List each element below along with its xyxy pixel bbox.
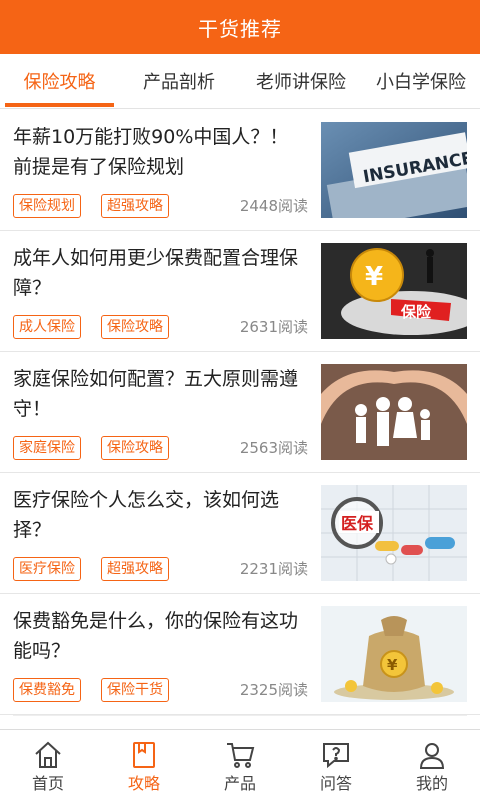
tab-beginner-learning[interactable]: 小白学保险 (364, 54, 478, 108)
read-count: 2631阅读 (239, 318, 308, 336)
article-title: 成年人如何用更少保费配置合理保障？ (13, 247, 299, 299)
article-tag[interactable]: 成人保险 (13, 315, 81, 339)
next-article-peek (13, 715, 467, 725)
coin-symbol: ¥ (365, 262, 383, 292)
article-thumbnail: 医保 (321, 485, 467, 581)
nav-label: 产品 (223, 774, 256, 793)
article-item[interactable]: 年薪10万能打败90%中国人？！前提是有了保险规划 保险规划 超强攻略 2448… (0, 110, 480, 231)
tab-product-analysis[interactable]: 产品剖析 (123, 54, 235, 108)
article-item[interactable]: 保费豁免是什么，你的保险有这功能吗？ 保费豁免 保险干货 2325阅读 ¥ (0, 594, 480, 715)
nav-guide[interactable]: 攻略 (96, 730, 192, 800)
read-count: 2563阅读 (239, 439, 308, 457)
top-bar: 干货推荐 (0, 0, 480, 54)
home-icon (33, 740, 63, 770)
article-thumbnail: ¥ (321, 606, 467, 702)
article-tag[interactable]: 保险攻略 (101, 436, 169, 460)
article-tag[interactable]: 保险规划 (13, 194, 81, 218)
article-thumbnail (321, 364, 467, 460)
article-title: 医疗保险个人怎么交，该如何选择？ (13, 489, 280, 541)
book-icon (129, 740, 159, 770)
tab-insurance-guide[interactable]: 保险攻略 (5, 54, 114, 108)
user-icon (417, 740, 447, 770)
nav-label: 问答 (319, 774, 352, 793)
article-tag[interactable]: 保险攻略 (101, 315, 169, 339)
article-tag[interactable]: 保险干货 (101, 678, 169, 702)
nav-home[interactable]: 首页 (0, 730, 96, 800)
read-count: 2325阅读 (239, 681, 308, 699)
nav-label: 首页 (31, 774, 64, 793)
bottom-navigation: 首页 攻略 产品 问答 我的 (0, 729, 480, 800)
article-tag[interactable]: 超强攻略 (101, 194, 169, 218)
nav-label: 我的 (415, 774, 448, 793)
article-thumbnail: INSURANCE (321, 122, 467, 218)
article-title: 家庭保险如何配置？五大原则需遵守！ (13, 368, 299, 420)
category-tabs: 保险攻略 产品剖析 老师讲保险 小白学保险 (0, 54, 480, 109)
article-thumbnail: ¥ 保险 (321, 243, 467, 339)
page-title: 干货推荐 (198, 16, 282, 41)
read-count: 2448阅读 (239, 197, 308, 215)
article-tag[interactable]: 保费豁免 (13, 678, 81, 702)
nav-me[interactable]: 我的 (384, 730, 480, 800)
article-tag[interactable]: 医疗保险 (13, 557, 81, 581)
article-item[interactable]: 医疗保险个人怎么交，该如何选择？ 医疗保险 超强攻略 2231阅读 医保 (0, 473, 480, 594)
bag-symbol: ¥ (387, 656, 398, 674)
thumbnail-caption: 保险 (400, 303, 432, 321)
cart-icon (225, 740, 255, 770)
article-item[interactable]: 成年人如何用更少保费配置合理保障？ 成人保险 保险攻略 2631阅读 ¥ 保险 (0, 231, 480, 352)
article-title: 保费豁免是什么，你的保险有这功能吗？ (13, 610, 299, 662)
nav-qa[interactable]: 问答 (288, 730, 384, 800)
article-tag[interactable]: 家庭保险 (13, 436, 81, 460)
chat-question-icon (321, 740, 351, 770)
active-tab-indicator (5, 103, 114, 107)
article-tag[interactable]: 超强攻略 (101, 557, 169, 581)
tab-teacher-talks[interactable]: 老师讲保险 (243, 54, 359, 108)
thumbnail-caption: 医保 (341, 514, 374, 533)
nav-products[interactable]: 产品 (192, 730, 288, 800)
article-item[interactable]: 家庭保险如何配置？五大原则需遵守！ 家庭保险 保险攻略 2563阅读 (0, 352, 480, 473)
article-title: 年薪10万能打败90%中国人？！前提是有了保险规划 (13, 126, 289, 178)
read-count: 2231阅读 (239, 560, 308, 578)
nav-label: 攻略 (127, 774, 160, 793)
